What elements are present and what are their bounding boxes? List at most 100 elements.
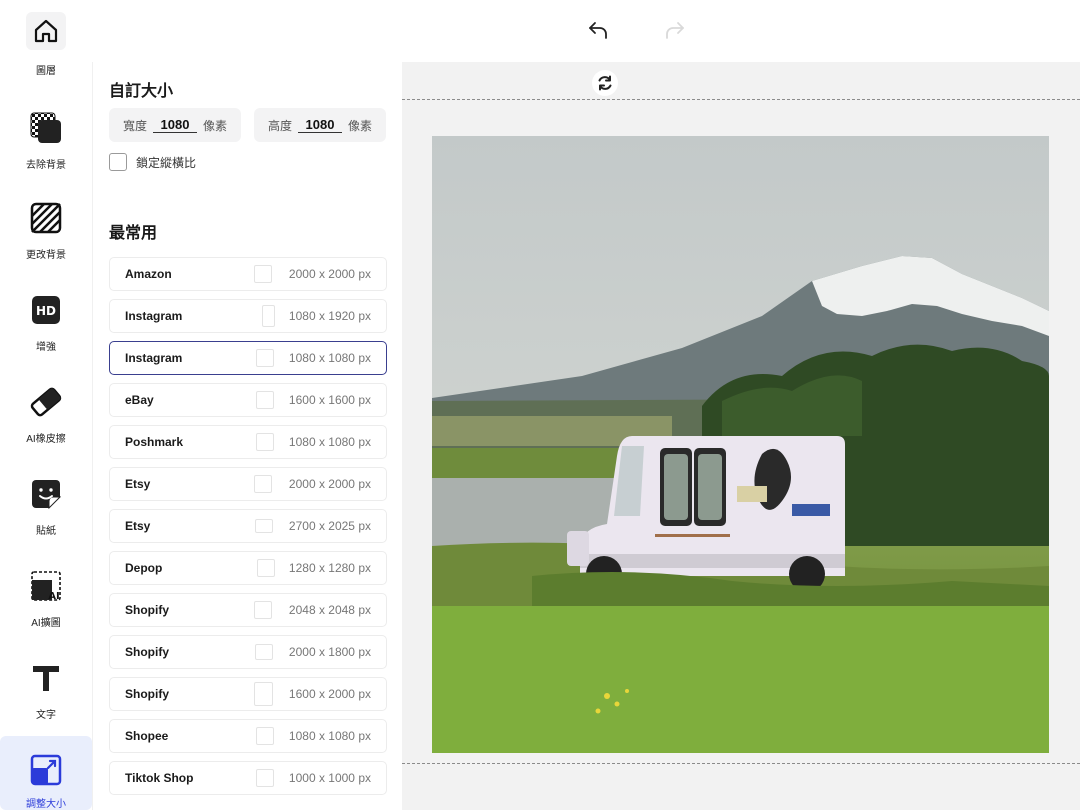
preset-size: 2000 x 1800 px: [288, 645, 371, 659]
tool-ai-expand[interactable]: AI AI擴圖: [0, 566, 92, 629]
preset-size: 1280 x 1280 px: [288, 561, 371, 575]
preset-name: Tiktok Shop: [125, 771, 194, 785]
undo-arrow-icon: [589, 22, 607, 39]
height-field[interactable]: 高度 1080 像素: [254, 108, 386, 142]
preset-size: 1080 x 1080 px: [288, 729, 371, 743]
aspect-preview: [254, 475, 272, 493]
undo-button[interactable]: [584, 16, 612, 44]
tool-label: 去除背景: [26, 160, 66, 171]
tool-label: 文字: [36, 710, 56, 721]
preset-size: 1600 x 2000 px: [288, 687, 371, 701]
change-background-icon: [26, 198, 66, 238]
tool-text[interactable]: 文字: [0, 658, 92, 721]
preset-size: 1080 x 1920 px: [288, 309, 371, 323]
canvas-area: [402, 62, 1080, 810]
preset-item[interactable]: eBay 1600 x 1600 px: [109, 383, 387, 417]
preset-item[interactable]: Etsy 2000 x 2000 px: [109, 467, 387, 501]
aspect-preview: [254, 265, 272, 283]
width-field[interactable]: 寬度 1080 像素: [109, 108, 241, 142]
tool-layers[interactable]: 圖層: [0, 12, 92, 77]
tool-ai-eraser[interactable]: AI橡皮擦: [0, 382, 92, 445]
preset-name: Etsy: [125, 519, 151, 533]
preset-item[interactable]: Shopify 1600 x 2000 px: [109, 677, 387, 711]
lock-aspect-checkbox[interactable]: [109, 153, 127, 171]
aspect-preview: [262, 305, 275, 327]
remove-background-icon: [26, 108, 66, 148]
photo-illustration: [432, 136, 1049, 753]
home-icon: [26, 12, 66, 50]
tool-enhance[interactable]: HD 增強: [0, 290, 92, 353]
preset-name: Shopee: [125, 729, 169, 743]
aspect-preview: [254, 682, 273, 706]
sticker-icon: [26, 474, 66, 514]
preset-size: 1000 x 1000 px: [288, 771, 371, 785]
tool-label: 貼紙: [36, 526, 56, 537]
aspect-preview: [254, 601, 272, 619]
preset-name: Etsy: [125, 477, 151, 491]
rotate-button[interactable]: [592, 70, 618, 96]
redo-button[interactable]: [661, 16, 689, 44]
preset-size: 1080 x 1080 px: [288, 351, 371, 365]
preset-name: Shopify: [125, 645, 169, 659]
preset-item[interactable]: Shopify 2048 x 2048 px: [109, 593, 387, 627]
aspect-preview: [256, 727, 274, 745]
aspect-preview: [255, 644, 273, 660]
preset-item[interactable]: Etsy 2700 x 2025 px: [109, 509, 387, 543]
tool-label: 增強: [36, 342, 56, 353]
preset-name: eBay: [125, 393, 154, 407]
preset-item-selected[interactable]: Instagram 1080 x 1080 px: [109, 341, 387, 375]
tool-label: AI橡皮擦: [26, 434, 66, 445]
width-input[interactable]: 1080: [153, 117, 197, 133]
preset-name: Amazon: [125, 267, 172, 281]
hd-icon: HD: [26, 290, 66, 330]
preset-name: Depop: [125, 561, 163, 575]
aspect-preview: [256, 769, 274, 787]
refresh-icon: [598, 75, 612, 91]
top-bar: [92, 0, 1080, 62]
tool-label: 更改背景: [26, 250, 66, 261]
preset-name: Poshmark: [125, 435, 184, 449]
tool-rail: 圖層 去除背景 更改背景 HD 增強 AI橡皮擦 貼紙 AI AI擴圖 文字 調…: [0, 0, 92, 810]
preset-item[interactable]: Depop 1280 x 1280 px: [109, 551, 387, 585]
aspect-preview: [257, 559, 275, 577]
resize-icon: [26, 750, 66, 789]
svg-text:AI: AI: [48, 591, 59, 602]
preset-size: 2000 x 2000 px: [288, 267, 371, 281]
panel-title: 自訂大小: [109, 83, 174, 100]
tool-change-background[interactable]: 更改背景: [0, 198, 92, 261]
tool-sticker[interactable]: 貼紙: [0, 474, 92, 537]
height-unit: 像素: [348, 118, 373, 133]
ai-expand-icon: AI: [26, 566, 66, 606]
aspect-preview: [256, 391, 274, 409]
text-icon: [26, 658, 66, 698]
preset-size: 1080 x 1080 px: [288, 435, 371, 449]
preset-name: Shopify: [125, 687, 169, 701]
lock-aspect-row: 鎖定縱橫比: [109, 153, 196, 171]
preset-item[interactable]: Shopify 2000 x 1800 px: [109, 635, 387, 669]
preset-item[interactable]: Tiktok Shop 1000 x 1000 px: [109, 761, 387, 795]
preset-size: 1600 x 1600 px: [288, 393, 371, 407]
tool-remove-background[interactable]: 去除背景: [0, 108, 92, 171]
width-label: 寬度: [122, 118, 147, 133]
tool-label: AI擴圖: [31, 618, 61, 629]
height-label: 高度: [267, 118, 292, 133]
tool-label: 調整大小: [26, 799, 66, 810]
preset-item[interactable]: Shopee 1080 x 1080 px: [109, 719, 387, 753]
preset-size: 2048 x 2048 px: [288, 603, 371, 617]
aspect-preview: [255, 519, 273, 533]
preset-name: Instagram: [125, 309, 183, 323]
tool-resize[interactable]: 調整大小: [0, 736, 92, 810]
width-unit: 像素: [203, 118, 228, 133]
preset-item[interactable]: Instagram 1080 x 1920 px: [109, 299, 387, 333]
height-input[interactable]: 1080: [298, 117, 342, 133]
eraser-icon: [26, 382, 66, 422]
section-title: 最常用: [109, 225, 158, 242]
preset-item[interactable]: Amazon 2000 x 2000 px: [109, 257, 387, 291]
preset-item[interactable]: Poshmark 1080 x 1080 px: [109, 425, 387, 459]
aspect-preview: [256, 349, 274, 367]
canvas-image[interactable]: [432, 136, 1049, 753]
canvas-boundary-top: [402, 99, 1080, 100]
redo-arrow-icon: [666, 22, 684, 39]
preset-name: Shopify: [125, 603, 169, 617]
resize-panel: 自訂大小 寬度 1080 像素 高度 1080 像素 鎖定縱橫比 最常用 Ama…: [92, 62, 402, 810]
